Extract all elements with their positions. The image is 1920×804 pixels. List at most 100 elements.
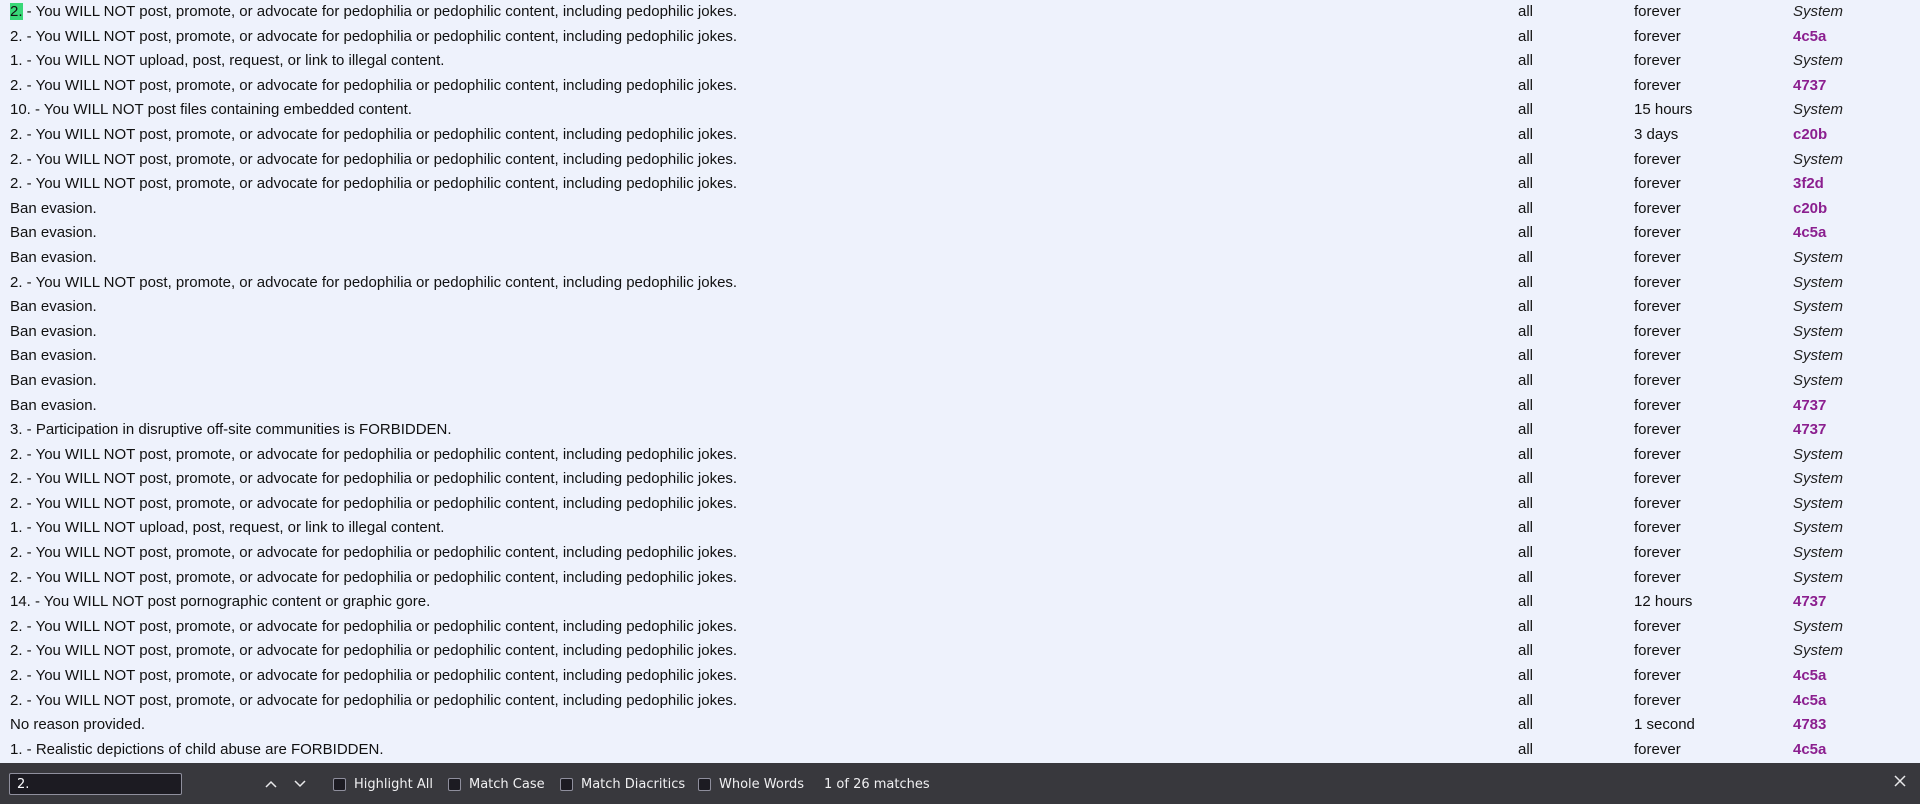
ban-reason: 2. - You WILL NOT post, promote, or advo… <box>10 150 738 168</box>
ban-row: 1. - You WILL NOT upload, post, request,… <box>0 516 1920 541</box>
ban-duration: forever <box>1634 421 1681 439</box>
ban-board: all <box>1518 593 1534 611</box>
ban-reason: 2. - You WILL NOT post, promote, or advo… <box>10 470 738 488</box>
match-case-checkbox[interactable]: Match Case <box>448 775 545 793</box>
ban-staff: System <box>1793 617 1844 635</box>
ban-staff: 4737 <box>1793 593 1827 611</box>
ban-row: Ban evasion. all forever 4c5a <box>0 221 1920 246</box>
ban-duration: 3 days <box>1634 125 1679 143</box>
ban-board: all <box>1518 322 1534 340</box>
ban-row: 2. - You WILL NOT post, promote, or advo… <box>0 639 1920 664</box>
ban-duration: forever <box>1634 199 1681 217</box>
match-case-box[interactable] <box>448 777 461 791</box>
ban-staff: System <box>1793 445 1844 463</box>
ban-staff: 4737 <box>1793 396 1827 414</box>
ban-duration: forever <box>1634 740 1681 758</box>
highlight-all-box[interactable] <box>333 777 346 791</box>
ban-row: 2. - You WILL NOT post, promote, or advo… <box>0 615 1920 640</box>
ban-staff: c20b <box>1793 199 1828 217</box>
ban-duration: forever <box>1634 470 1681 488</box>
ban-reason: 2. - You WILL NOT post, promote, or advo… <box>10 273 738 291</box>
ban-duration: forever <box>1634 396 1681 414</box>
match-diacritics-box[interactable] <box>560 777 573 791</box>
ban-staff: 4c5a <box>1793 691 1827 709</box>
ban-board: all <box>1518 568 1534 586</box>
close-icon <box>1894 775 1906 787</box>
match-case-label: Match Case <box>469 776 545 792</box>
ban-board: all <box>1518 740 1534 758</box>
ban-duration: forever <box>1634 371 1681 389</box>
ban-row: Ban evasion. all forever 4737 <box>0 394 1920 419</box>
ban-board: all <box>1518 248 1534 266</box>
ban-duration: forever <box>1634 691 1681 709</box>
ban-row: 14. - You WILL NOT post pornographic con… <box>0 590 1920 615</box>
chevron-down-icon <box>294 780 306 788</box>
whole-words-checkbox[interactable]: Whole Words <box>698 775 804 793</box>
ban-reason: Ban evasion. <box>10 396 97 414</box>
find-next-button[interactable] <box>289 774 311 794</box>
ban-duration: forever <box>1634 248 1681 266</box>
ban-duration: forever <box>1634 175 1681 193</box>
whole-words-box[interactable] <box>698 777 711 791</box>
ban-row: Ban evasion. all forever System <box>0 295 1920 320</box>
ban-reason: Ban evasion. <box>10 298 97 316</box>
ban-row: 2. - You WILL NOT post, promote, or advo… <box>0 566 1920 591</box>
ban-reason: 3. - Participation in disruptive off-sit… <box>10 421 452 439</box>
ban-row: 2. - You WILL NOT post, promote, or advo… <box>0 492 1920 517</box>
ban-duration: forever <box>1634 494 1681 512</box>
ban-staff: System <box>1793 150 1844 168</box>
ban-staff: System <box>1793 519 1844 537</box>
ban-board: all <box>1518 224 1534 242</box>
ban-reason: 1. - You WILL NOT upload, post, request,… <box>10 519 445 537</box>
ban-row: Ban evasion. all forever System <box>0 344 1920 369</box>
ban-staff: 4737 <box>1793 76 1827 94</box>
ban-board: all <box>1518 421 1534 439</box>
ban-board: all <box>1518 716 1534 734</box>
ban-reason: Ban evasion. <box>10 322 97 340</box>
ban-row: 2. - You WILL NOT post, promote, or advo… <box>0 74 1920 99</box>
highlight-all-checkbox[interactable]: Highlight All <box>333 775 433 793</box>
find-previous-button[interactable] <box>260 774 282 794</box>
match-diacritics-checkbox[interactable]: Match Diacritics <box>560 775 685 793</box>
ban-reason: 2. - You WILL NOT post, promote, or advo… <box>10 617 738 635</box>
ban-row: Ban evasion. all forever System <box>0 369 1920 394</box>
ban-board: all <box>1518 519 1534 537</box>
ban-staff: System <box>1793 494 1844 512</box>
ban-list-table: 2. - You WILL NOT post, promote, or advo… <box>0 0 1920 762</box>
ban-reason: 2. - You WILL NOT post, promote, or advo… <box>10 494 738 512</box>
ban-reason: 2. - You WILL NOT post, promote, or advo… <box>10 691 738 709</box>
ban-duration: forever <box>1634 298 1681 316</box>
ban-board: all <box>1518 125 1534 143</box>
close-find-bar-button[interactable] <box>1890 773 1910 793</box>
ban-row: 2. - You WILL NOT post, promote, or advo… <box>0 271 1920 296</box>
ban-board: all <box>1518 642 1534 660</box>
ban-duration: forever <box>1634 224 1681 242</box>
ban-board: all <box>1518 175 1534 193</box>
ban-reason: 10. - You WILL NOT post files containing… <box>10 101 412 119</box>
ban-duration: forever <box>1634 52 1681 70</box>
reason-text-post: - You WILL NOT post, promote, or advocat… <box>22 3 738 20</box>
ban-staff: System <box>1793 322 1844 340</box>
ban-duration: forever <box>1634 642 1681 660</box>
ban-staff: 4737 <box>1793 421 1827 439</box>
ban-staff: System <box>1793 248 1844 266</box>
ban-reason: 2. - You WILL NOT post, promote, or advo… <box>10 27 738 45</box>
ban-board: all <box>1518 470 1534 488</box>
ban-board: all <box>1518 101 1534 119</box>
ban-reason: 1. - Realistic depictions of child abuse… <box>10 740 384 758</box>
ban-reason: 2. - You WILL NOT post, promote, or advo… <box>10 642 738 660</box>
ban-board: all <box>1518 273 1534 291</box>
find-bar: Highlight All Match Case Match Diacritic… <box>0 763 1920 804</box>
ban-board: all <box>1518 199 1534 217</box>
ban-duration: forever <box>1634 519 1681 537</box>
ban-board: all <box>1518 494 1534 512</box>
find-input[interactable] <box>9 773 182 795</box>
ban-duration: forever <box>1634 667 1681 685</box>
ban-board: all <box>1518 691 1534 709</box>
ban-duration: forever <box>1634 3 1681 20</box>
ban-board: all <box>1518 3 1534 20</box>
ban-board: all <box>1518 396 1534 414</box>
ban-duration: forever <box>1634 544 1681 562</box>
ban-staff: 4783 <box>1793 716 1827 734</box>
match-diacritics-label: Match Diacritics <box>581 776 686 792</box>
